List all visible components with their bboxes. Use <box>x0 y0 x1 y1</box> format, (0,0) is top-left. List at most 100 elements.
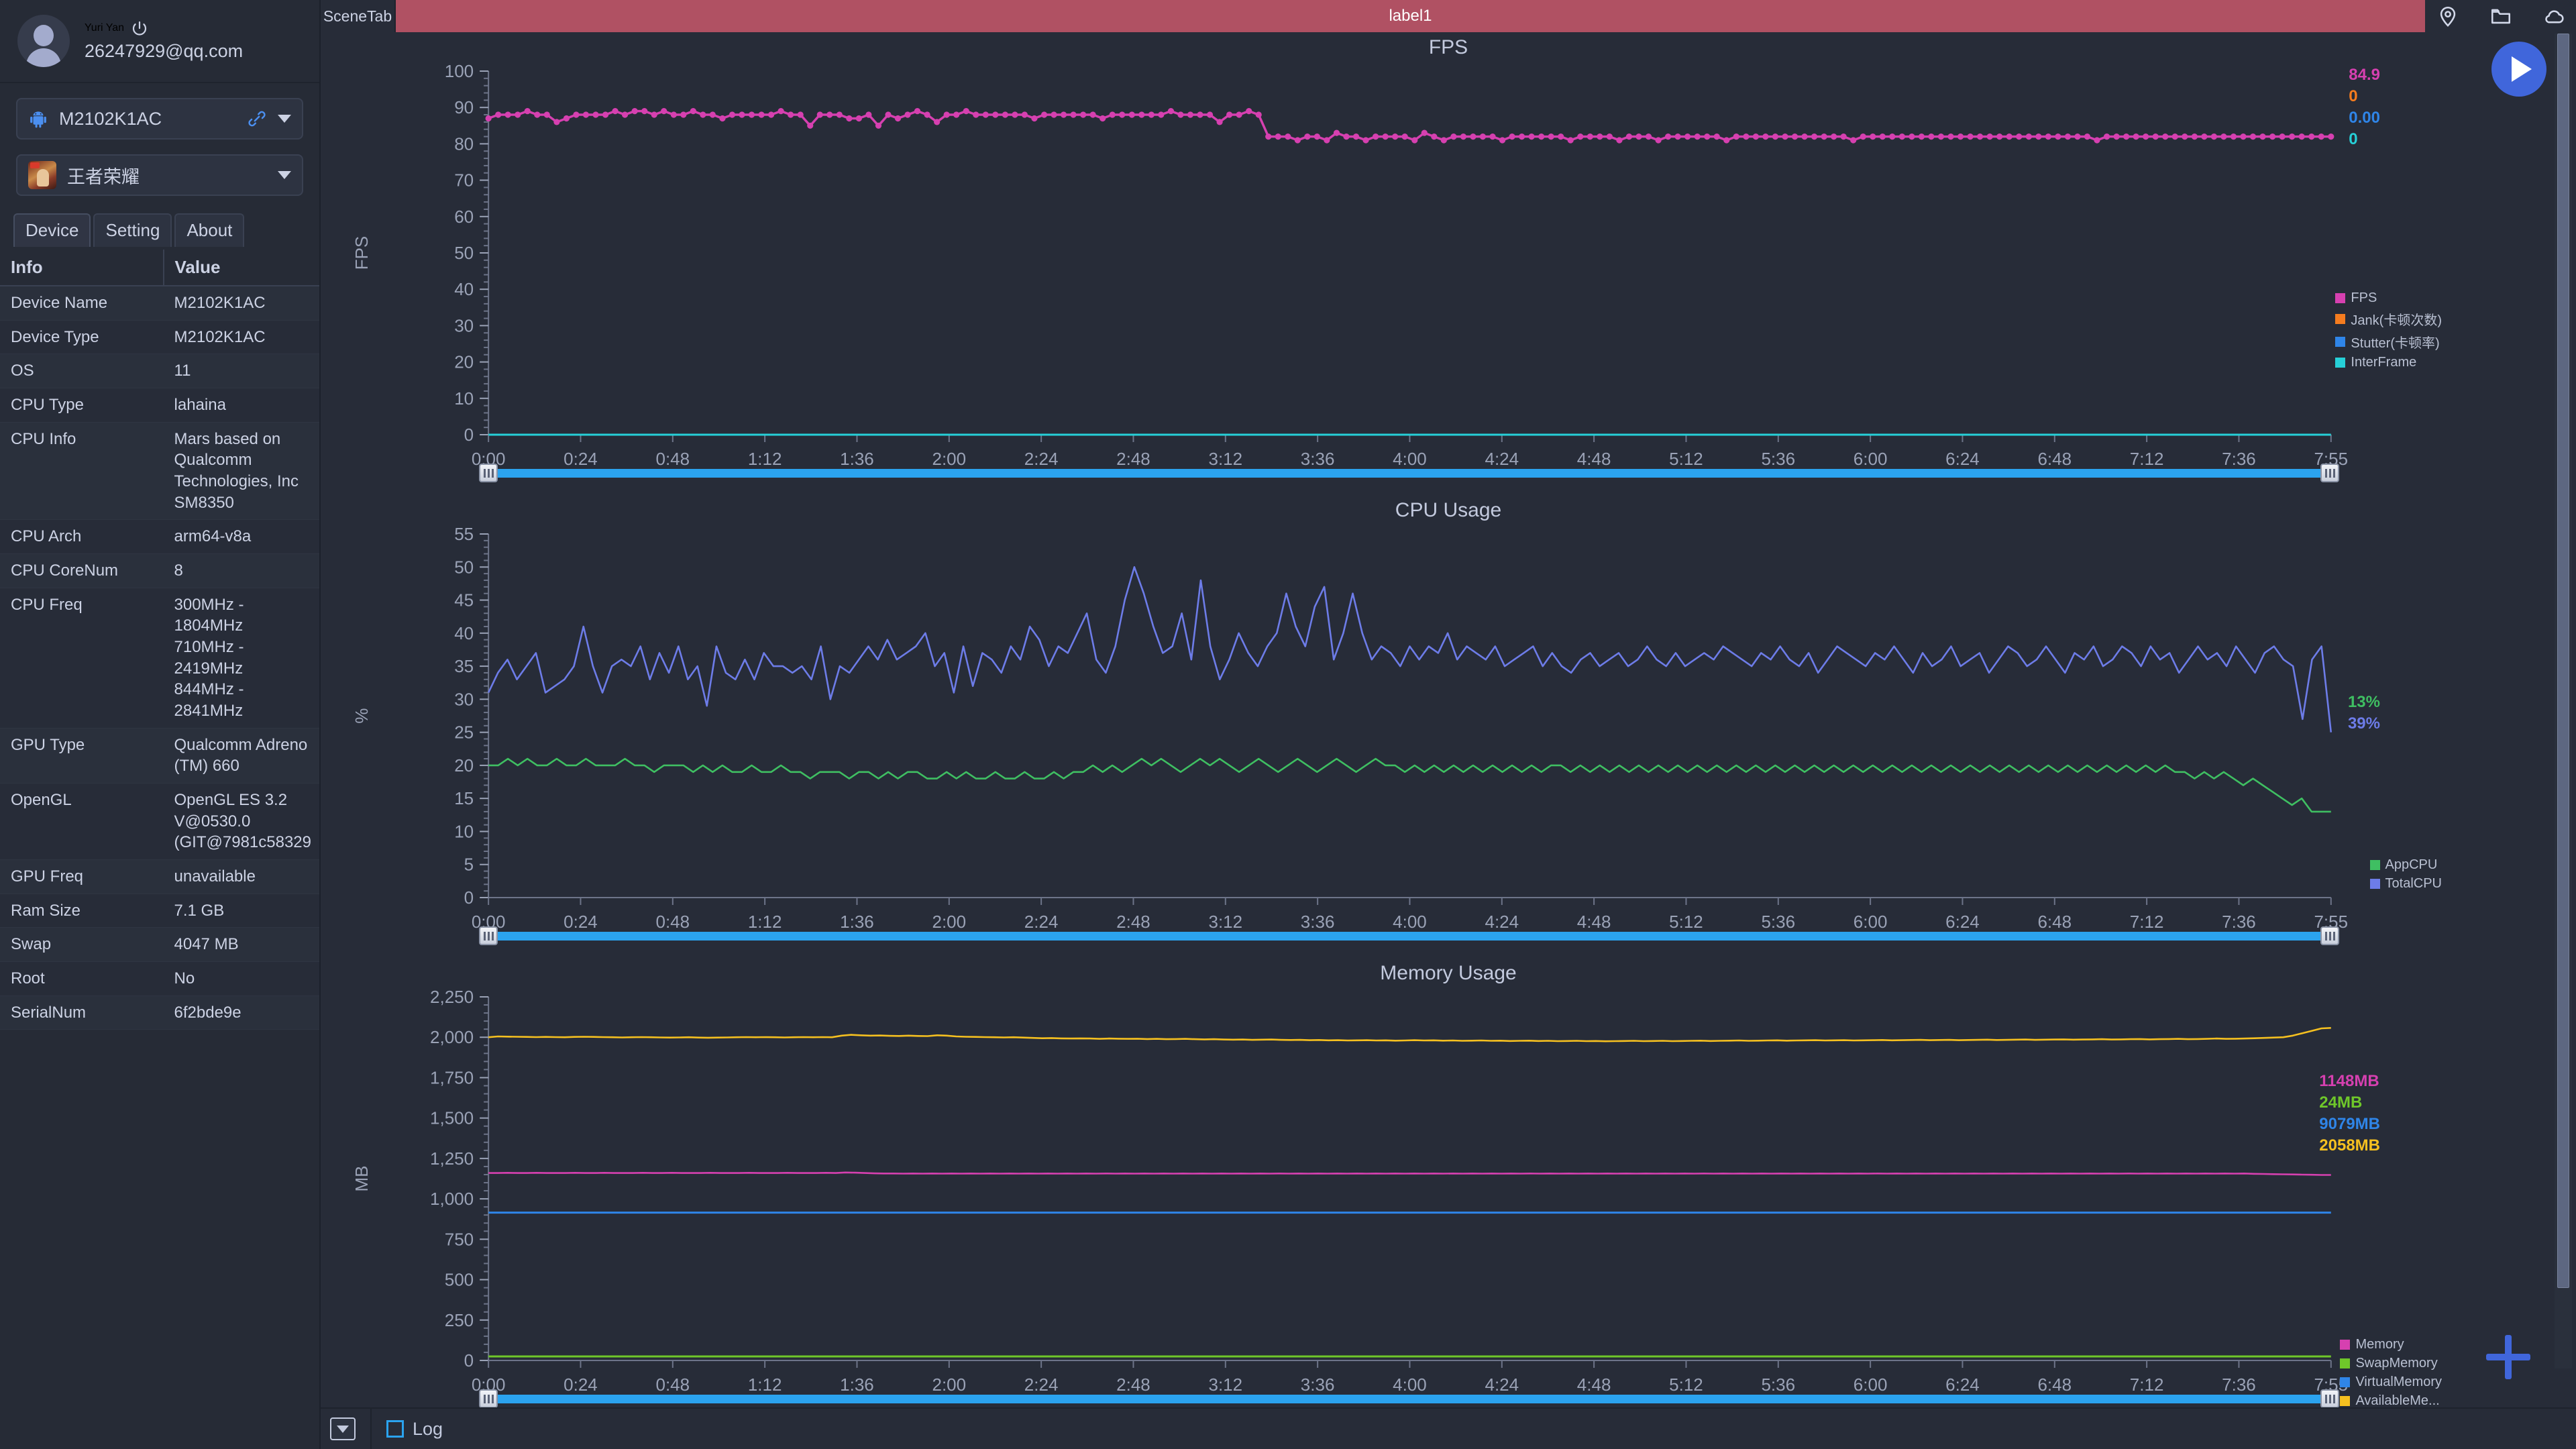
tab-about[interactable]: About <box>174 213 245 247</box>
location-pin-icon[interactable] <box>2436 5 2459 28</box>
folder-icon[interactable] <box>2489 5 2512 28</box>
scrollbar-thumb[interactable] <box>2557 34 2569 1288</box>
column-header-value: Value <box>163 250 319 286</box>
legend-item[interactable]: TotalCPU <box>2369 876 2442 892</box>
slider-handle-left[interactable] <box>479 1389 498 1407</box>
svg-text:100: 100 <box>445 61 474 81</box>
time-range-slider[interactable] <box>321 1389 2576 1407</box>
slider-track[interactable] <box>488 931 2330 941</box>
table-cell-key: Device Name <box>0 286 164 321</box>
current-value: 0 <box>2349 87 2358 105</box>
chevron-down-icon[interactable] <box>278 115 291 123</box>
legend-item[interactable]: Memory <box>2340 1337 2442 1352</box>
table-header-row: Info Value <box>0 250 319 286</box>
sidebar-tabs: Device Setting About <box>0 213 319 247</box>
table-row: OpenGL OpenGL ES 3.2 V@0530.0 (GIT@7981c5… <box>0 783 319 861</box>
time-range-slider[interactable] <box>321 463 2576 483</box>
legend-item[interactable]: InterFrame <box>2335 355 2442 370</box>
chart-legend: AppCPU TotalCPU <box>2369 857 2442 892</box>
log-checkbox[interactable] <box>386 1420 404 1438</box>
vertical-scrollbar[interactable] <box>2555 34 2572 1368</box>
slider-track[interactable] <box>488 1394 2330 1403</box>
legend-label: AppCPU <box>2385 857 2438 872</box>
scene-label-bar[interactable]: label1 <box>396 0 2425 32</box>
current-value: 0.00 <box>2349 109 2380 127</box>
svg-text:45: 45 <box>454 590 474 610</box>
tab-device[interactable]: Device <box>13 213 91 247</box>
current-value: 0 <box>2349 130 2358 148</box>
svg-text:90: 90 <box>454 97 474 117</box>
log-group: Log <box>370 1409 443 1449</box>
main-panel: SceneTab label1 FPS 0 10 20 30 40 50 60 70 80 90 10… <box>321 0 2576 1449</box>
legend-item[interactable]: Stutter(卡顿率) <box>2335 332 2442 352</box>
app-selector[interactable]: 王者荣耀 <box>16 154 303 196</box>
current-value: 2058MB <box>2319 1136 2380 1155</box>
play-button[interactable] <box>2491 42 2546 97</box>
legend-label: InterFrame <box>2351 355 2417 370</box>
table-cell-key: CPU Freq <box>0 588 164 729</box>
user-name: Yuri Yan <box>85 22 125 34</box>
user-email: 26247929@qq.com <box>85 41 244 61</box>
chart-plot: 0 250 500 750 1,000 1,250 1,500 1,750 2,000 2,250… <box>321 985 2576 1407</box>
table-cell-value: 11 <box>163 354 319 389</box>
legend-label: VirtualMemory <box>2355 1375 2442 1389</box>
chart-title: CPU Usage <box>1395 499 1502 521</box>
legend-item[interactable]: FPS <box>2335 290 2442 306</box>
slider-handle-left[interactable] <box>479 464 498 482</box>
user-name-row: Yuri Yan <box>85 20 243 36</box>
svg-text:500: 500 <box>445 1270 474 1290</box>
legend-swatch <box>2369 860 2380 870</box>
slider-handle-left[interactable] <box>479 926 498 945</box>
table-row: Swap 4047 MB <box>0 927 319 963</box>
user-text: Yuri Yan 26247929@qq.com <box>85 20 243 62</box>
table-cell-value: Qualcomm Adreno (TM) 660 <box>163 728 319 784</box>
svg-text:FPS: FPS <box>352 236 372 270</box>
svg-text:50: 50 <box>454 243 474 263</box>
legend-swatch <box>2335 337 2346 347</box>
slider-handle-right[interactable] <box>2320 1389 2339 1407</box>
chart-canvas: 0102030405060708090100FPS0:00 0:24 0:48 1:1… <box>352 61 2348 469</box>
svg-text:50: 50 <box>454 557 474 577</box>
legend-item[interactable]: VirtualMemory <box>2340 1375 2442 1390</box>
slider-track[interactable] <box>488 468 2330 478</box>
power-icon[interactable] <box>131 20 148 36</box>
svg-text:1,000: 1,000 <box>430 1189 474 1209</box>
svg-text:40: 40 <box>454 279 474 299</box>
link-usb-icon[interactable] <box>247 109 267 129</box>
app-root: Yuri Yan 26247929@qq.com M2102K1AC 王者荣耀 … <box>0 0 2576 1449</box>
user-block: Yuri Yan 26247929@qq.com <box>0 0 319 83</box>
device-selector-value: M2102K1AC <box>59 108 162 129</box>
legend-label: Memory <box>2355 1337 2404 1352</box>
avatar-icon <box>17 15 70 67</box>
chart-plot: 0 5 10 15 20 25 30 35 40 45 50 55% 0:00 0:24 0:48 1:12 1… <box>321 522 2576 954</box>
svg-text:35: 35 <box>454 656 474 676</box>
slider-handle-right[interactable] <box>2320 464 2339 482</box>
add-button[interactable] <box>2486 1335 2530 1379</box>
time-range-slider[interactable] <box>321 926 2576 946</box>
chart-canvas: 0 250 500 750 1,000 1,250 1,500 1,750 2,000 2,250… <box>352 987 2348 1395</box>
table-row: SerialNum 6f2bde9e <box>0 996 319 1030</box>
legend-swatch <box>2335 293 2346 303</box>
chevron-down-icon[interactable] <box>278 171 291 179</box>
table-cell-value: No <box>163 961 319 996</box>
svg-text:70: 70 <box>454 170 474 191</box>
legend-item[interactable]: AppCPU <box>2369 857 2442 873</box>
svg-text:0: 0 <box>464 888 474 908</box>
legend-item[interactable]: SwapMemory <box>2340 1356 2442 1371</box>
selector-wrap: M2102K1AC 王者荣耀 <box>0 83 319 211</box>
svg-text:30: 30 <box>454 315 474 335</box>
scene-tab[interactable]: SceneTab <box>321 0 396 32</box>
table-cell-key: Device Type <box>0 320 164 355</box>
tab-setting[interactable]: Setting <box>93 213 172 247</box>
svg-text:MB: MB <box>352 1166 372 1192</box>
device-selector[interactable]: M2102K1AC <box>16 98 303 140</box>
collapse-button[interactable] <box>330 1417 356 1440</box>
slider-handle-right[interactable] <box>2320 926 2339 945</box>
legend-label: Stutter(卡顿率) <box>2351 336 2440 351</box>
legend-item[interactable]: Jank(卡顿次数) <box>2335 309 2442 329</box>
table-row: Device Type M2102K1AC <box>0 320 319 355</box>
cloud-icon[interactable] <box>2542 5 2565 28</box>
topbar: SceneTab label1 <box>321 0 2576 32</box>
table-cell-value: lahaina <box>163 388 319 423</box>
current-value: 84.9 <box>2349 66 2380 84</box>
